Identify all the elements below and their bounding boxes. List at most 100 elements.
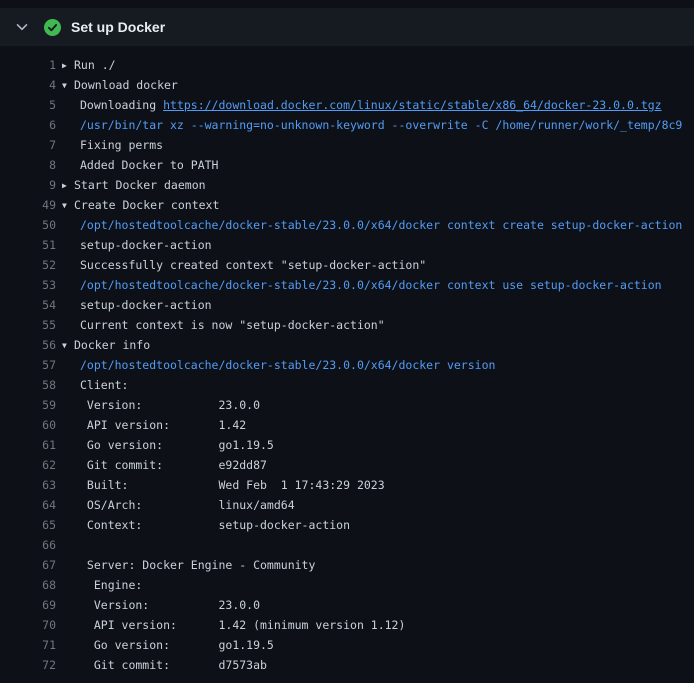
line-content: Git commit: d7573ab	[62, 655, 267, 675]
log-line: 66	[0, 535, 694, 555]
log-text: Start Docker daemon	[74, 178, 206, 192]
line-number[interactable]: 66	[0, 535, 56, 555]
log-line: 72 Git commit: d7573ab	[0, 655, 694, 675]
log-text: Run ./	[74, 58, 116, 72]
line-number[interactable]: 67	[0, 555, 56, 575]
triangle-right-icon[interactable]: ▶	[62, 176, 74, 195]
line-content: Context: setup-docker-action	[62, 515, 350, 535]
line-content: /opt/hostedtoolcache/docker-stable/23.0.…	[62, 215, 682, 235]
line-content: Current context is now "setup-docker-act…	[62, 315, 385, 335]
line-number[interactable]: 68	[0, 575, 56, 595]
line-content: Client:	[62, 375, 128, 395]
log-group-line[interactable]: 49 ▼Create Docker context	[0, 195, 694, 215]
line-content: setup-docker-action	[62, 295, 212, 315]
log-line: 8 Added Docker to PATH	[0, 155, 694, 175]
log-line: 52Successfully created context "setup-do…	[0, 255, 694, 275]
line-content: ▶Run ./	[62, 55, 116, 75]
log-line: 61 Go version: go1.19.5	[0, 435, 694, 455]
triangle-down-icon[interactable]: ▼	[62, 76, 74, 95]
log-line: 54 setup-docker-action	[0, 295, 694, 315]
line-number[interactable]: 52	[0, 255, 56, 275]
log-line: 7 Fixing perms	[0, 135, 694, 155]
chevron-down-icon[interactable]	[14, 19, 30, 35]
line-content: Downloading https://download.docker.com/…	[62, 95, 662, 115]
step-title: Set up Docker	[71, 19, 165, 35]
step-header[interactable]: Set up Docker	[0, 8, 694, 46]
log-text: Version: 23.0.0	[80, 398, 260, 412]
log-group-line[interactable]: 56 ▼Docker info	[0, 335, 694, 355]
log-text: API version: 1.42 (minimum version 1.12)	[80, 618, 405, 632]
log-group-line[interactable]: 4▼Download docker	[0, 75, 694, 95]
line-number[interactable]: 69	[0, 595, 56, 615]
line-number[interactable]: 7	[0, 135, 56, 155]
log-text: Go version: go1.19.5	[80, 638, 274, 652]
line-number[interactable]: 56	[0, 335, 56, 355]
line-content: OS/Arch: linux/amd64	[62, 495, 295, 515]
log-line: 5 Downloading https://download.docker.com…	[0, 95, 694, 115]
line-number[interactable]: 53	[0, 275, 56, 295]
line-content: ▼Docker info	[62, 335, 150, 355]
line-number[interactable]: 65	[0, 515, 56, 535]
log-line: 6/usr/bin/tar xz --warning=no-unknown-ke…	[0, 115, 694, 135]
line-number[interactable]: 49	[0, 195, 56, 215]
line-content: Fixing perms	[62, 135, 163, 155]
log-text: Version: 23.0.0	[80, 598, 260, 612]
line-number[interactable]: 54	[0, 295, 56, 315]
line-number[interactable]: 61	[0, 435, 56, 455]
log-line: 50/opt/hostedtoolcache/docker-stable/23.…	[0, 215, 694, 235]
triangle-right-icon[interactable]: ▶	[62, 56, 74, 75]
line-number[interactable]: 71	[0, 635, 56, 655]
line-number[interactable]: 72	[0, 655, 56, 675]
line-content: Version: 23.0.0	[62, 595, 260, 615]
line-number[interactable]: 70	[0, 615, 56, 635]
line-number[interactable]: 58	[0, 375, 56, 395]
line-number[interactable]: 57	[0, 355, 56, 375]
line-number[interactable]: 60	[0, 415, 56, 435]
line-content: Added Docker to PATH	[62, 155, 218, 175]
log-link[interactable]: https://download.docker.com/linux/static…	[163, 98, 662, 112]
line-number[interactable]: 50	[0, 215, 56, 235]
triangle-down-icon[interactable]: ▼	[62, 196, 74, 215]
log-area: 1▶Run ./4▼Download docker5Downloading ht…	[0, 46, 694, 675]
line-number[interactable]: 1	[0, 55, 56, 75]
line-number[interactable]: 63	[0, 475, 56, 495]
line-number[interactable]: 8	[0, 155, 56, 175]
log-line: 53/opt/hostedtoolcache/docker-stable/23.…	[0, 275, 694, 295]
line-content	[62, 535, 80, 555]
log-line: 55 Current context is now "setup-docker-a…	[0, 315, 694, 335]
log-line: 69 Version: 23.0.0	[0, 595, 694, 615]
line-content: API version: 1.42 (minimum version 1.12)	[62, 615, 405, 635]
line-number[interactable]: 64	[0, 495, 56, 515]
log-text: /opt/hostedtoolcache/docker-stable/23.0.…	[80, 358, 495, 372]
log-line: 57/opt/hostedtoolcache/docker-stable/23.…	[0, 355, 694, 375]
log-text: /usr/bin/tar xz --warning=no-unknown-key…	[80, 118, 682, 132]
log-text: Go version: go1.19.5	[80, 438, 274, 452]
log-text: Git commit: e92dd87	[80, 458, 267, 472]
line-content: /opt/hostedtoolcache/docker-stable/23.0.…	[62, 355, 495, 375]
log-line: 62 Git commit: e92dd87	[0, 455, 694, 475]
log-group-line[interactable]: 9 ▶Start Docker daemon	[0, 175, 694, 195]
log-text: Fixing perms	[80, 138, 163, 152]
log-text: Added Docker to PATH	[80, 158, 218, 172]
line-number[interactable]: 9	[0, 175, 56, 195]
line-number[interactable]: 6	[0, 115, 56, 135]
line-number[interactable]: 5	[0, 95, 56, 115]
check-circle-icon	[44, 19, 61, 36]
log-text: setup-docker-action	[80, 298, 212, 312]
log-line: 65 Context: setup-docker-action	[0, 515, 694, 535]
line-number[interactable]: 4	[0, 75, 56, 95]
log-text: /opt/hostedtoolcache/docker-stable/23.0.…	[80, 218, 682, 232]
line-number[interactable]: 51	[0, 235, 56, 255]
line-number[interactable]: 62	[0, 455, 56, 475]
line-content: setup-docker-action	[62, 235, 212, 255]
line-content: /opt/hostedtoolcache/docker-stable/23.0.…	[62, 275, 662, 295]
log-text: Built: Wed Feb 1 17:43:29 2023	[80, 478, 385, 492]
log-line: 67 Server: Docker Engine - Community	[0, 555, 694, 575]
log-group-line[interactable]: 1 ▶Run ./	[0, 55, 694, 75]
triangle-down-icon[interactable]: ▼	[62, 336, 74, 355]
log-text: Server: Docker Engine - Community	[80, 558, 315, 572]
line-content: ▼Create Docker context	[62, 195, 219, 215]
line-number[interactable]: 59	[0, 395, 56, 415]
line-number[interactable]: 55	[0, 315, 56, 335]
line-content: Go version: go1.19.5	[62, 435, 274, 455]
